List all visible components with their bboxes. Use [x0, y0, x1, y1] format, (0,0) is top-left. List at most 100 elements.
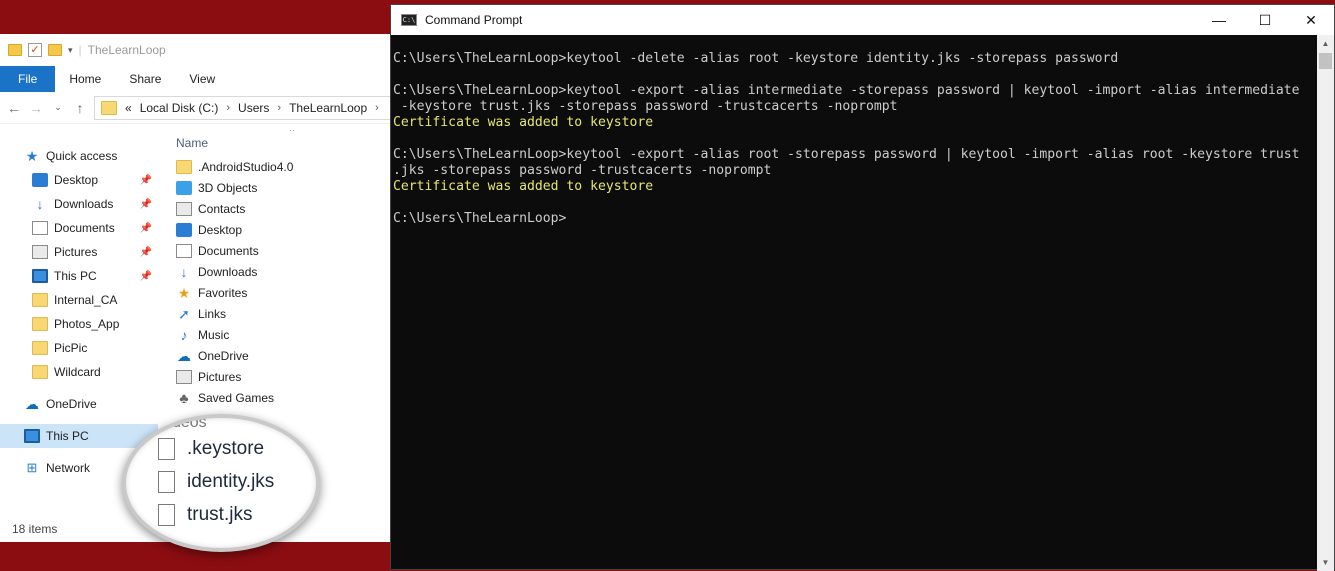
breadcrumb-users[interactable]: Users	[238, 101, 269, 115]
file-name: Music	[198, 327, 230, 342]
list-item[interactable]: .AndroidStudio4.0	[160, 156, 392, 177]
sidebar-item-downloads[interactable]: ↓ Downloads 📌	[0, 192, 158, 216]
sidebar-item-label: OneDrive	[46, 397, 97, 411]
pin-icon[interactable]: 📌	[140, 271, 152, 282]
pictures-icon	[32, 245, 48, 259]
cloud-icon: ☁	[177, 347, 191, 364]
sidebar-item-this-pc[interactable]: This PC	[0, 424, 158, 448]
games-icon: ♣	[179, 389, 189, 406]
download-icon: ↓	[36, 196, 44, 212]
list-item[interactable]: 3D Objects	[160, 177, 392, 198]
sidebar-item-picpic[interactable]: PicPic	[0, 336, 158, 360]
chevron-right-icon[interactable]: ›	[375, 102, 379, 114]
document-icon	[176, 243, 192, 258]
ribbon-tabs: File Home Share View	[0, 66, 391, 92]
file-name: Downloads	[198, 264, 258, 279]
vertical-scrollbar[interactable]: ▲ ▼	[1317, 35, 1334, 571]
explorer-title: TheLearnLoop	[87, 43, 166, 57]
cmd-titlebar[interactable]: C:\ Command Prompt — ☐ ✕	[391, 5, 1334, 35]
list-item[interactable]: ➚ Links	[160, 303, 392, 324]
list-item[interactable]: ↓ Downloads	[160, 261, 392, 282]
folder-icon	[32, 293, 48, 307]
sidebar-item-label: Network	[46, 461, 91, 475]
recent-locations-icon[interactable]: ⌄	[50, 102, 66, 113]
list-item[interactable]: Contacts	[160, 198, 392, 219]
sidebar-item-photos-app[interactable]: Photos_App	[0, 312, 158, 336]
list-item[interactable]: Desktop	[160, 219, 392, 240]
maximize-icon[interactable]: ☐	[1242, 5, 1288, 35]
breadcrumb-local-disk[interactable]: Local Disk (C:)	[140, 101, 219, 115]
properties-icon[interactable]: ✓	[28, 43, 42, 57]
address-bar-row: ← → ⌄ ↑ « Local Disk (C:) › Users › TheL…	[0, 92, 391, 124]
pin-icon[interactable]: 📌	[140, 175, 152, 186]
desktop-icon	[176, 222, 192, 237]
customize-toolbar-icon[interactable]: ▾	[68, 45, 73, 56]
contacts-icon	[176, 201, 192, 216]
address-overflow[interactable]: «	[125, 101, 132, 115]
list-item[interactable]: ★ Favorites	[160, 282, 392, 303]
sidebar-item-this-pc-pinned[interactable]: This PC 📌	[0, 264, 158, 288]
list-item[interactable]: ☁ OneDrive	[160, 345, 392, 366]
sidebar-item-documents[interactable]: Documents 📌	[0, 216, 158, 240]
tab-file[interactable]: File	[0, 66, 56, 92]
link-icon: ➚	[178, 305, 190, 322]
new-folder-icon[interactable]	[48, 44, 62, 56]
list-item[interactable]: identity.jks	[158, 465, 274, 498]
tab-share[interactable]: Share	[115, 66, 175, 92]
list-item[interactable]: Documents	[160, 240, 392, 261]
forward-arrow-icon[interactable]: →	[28, 100, 44, 116]
list-item[interactable]: trust.jks	[158, 498, 274, 531]
sort-ascending-icon: ^	[290, 130, 295, 136]
pictures-icon	[176, 369, 192, 384]
sidebar-item-wildcard[interactable]: Wildcard	[0, 360, 158, 384]
list-item[interactable]: ♣ Saved Games	[160, 387, 392, 408]
sidebar-item-label: PicPic	[54, 341, 88, 355]
list-item[interactable]: .keystore	[158, 432, 274, 465]
folder-icon	[176, 159, 192, 174]
window-controls: — ☐ ✕	[1196, 5, 1334, 35]
tab-view[interactable]: View	[175, 66, 229, 92]
scroll-down-icon[interactable]: ▼	[1317, 554, 1334, 571]
desktop-icon	[32, 173, 48, 187]
sidebar-item-quick-access[interactable]: ★ Quick access	[0, 144, 158, 168]
column-header-name[interactable]: ^ Name	[160, 130, 392, 156]
console-output[interactable]: C:\Users\TheLearnLoop>keytool -delete -a…	[393, 51, 1317, 227]
sidebar-item-label: Wildcard	[54, 365, 101, 379]
console-line: C:\Users\TheLearnLoop>keytool -delete -a…	[393, 51, 1119, 66]
file-name: 3D Objects	[198, 180, 258, 195]
cloud-icon: ☁	[25, 396, 39, 412]
sidebar-item-label: Photos_App	[54, 317, 120, 331]
address-bar[interactable]: « Local Disk (C:) › Users › TheLearnLoop…	[94, 95, 391, 120]
close-icon[interactable]: ✕	[1288, 5, 1334, 35]
console-icon[interactable]: C:\	[401, 14, 417, 26]
console-line: -keystore trust.jks -storepass password …	[393, 99, 898, 114]
sidebar-item-onedrive[interactable]: ☁ OneDrive	[0, 392, 158, 416]
folder-icon[interactable]	[8, 44, 22, 56]
scrollbar-thumb[interactable]	[1319, 53, 1332, 69]
up-arrow-icon[interactable]: ↑	[72, 100, 88, 116]
folder-icon	[101, 100, 117, 115]
pin-icon[interactable]: 📌	[140, 223, 152, 234]
scroll-up-icon[interactable]: ▲	[1317, 35, 1334, 52]
minimize-icon[interactable]: —	[1196, 5, 1242, 35]
sidebar-item-internal-ca[interactable]: Internal_CA	[0, 288, 158, 312]
chevron-right-icon[interactable]: ›	[226, 102, 230, 114]
tab-home[interactable]: Home	[55, 66, 115, 92]
console-success-line: Certificate was added to keystore	[393, 115, 654, 130]
breadcrumb-thelearnloop[interactable]: TheLearnLoop	[289, 101, 367, 115]
chevron-right-icon[interactable]: ›	[277, 102, 281, 114]
sidebar-item-desktop[interactable]: Desktop 📌	[0, 168, 158, 192]
sidebar-item-pictures[interactable]: Pictures 📌	[0, 240, 158, 264]
file-name: identity.jks	[187, 470, 275, 492]
titlebar-divider: |	[78, 43, 82, 57]
console-line: C:\Users\TheLearnLoop>	[393, 211, 567, 226]
console-line: .jks -storepass password -trustcacerts -…	[393, 163, 772, 178]
pin-icon[interactable]: 📌	[140, 199, 152, 210]
file-name: .AndroidStudio4.0	[198, 159, 294, 174]
back-arrow-icon[interactable]: ←	[6, 100, 22, 116]
list-item[interactable]: Pictures	[160, 366, 392, 387]
pin-icon[interactable]: 📌	[140, 247, 152, 258]
list-item[interactable]: ♪ Music	[160, 324, 392, 345]
